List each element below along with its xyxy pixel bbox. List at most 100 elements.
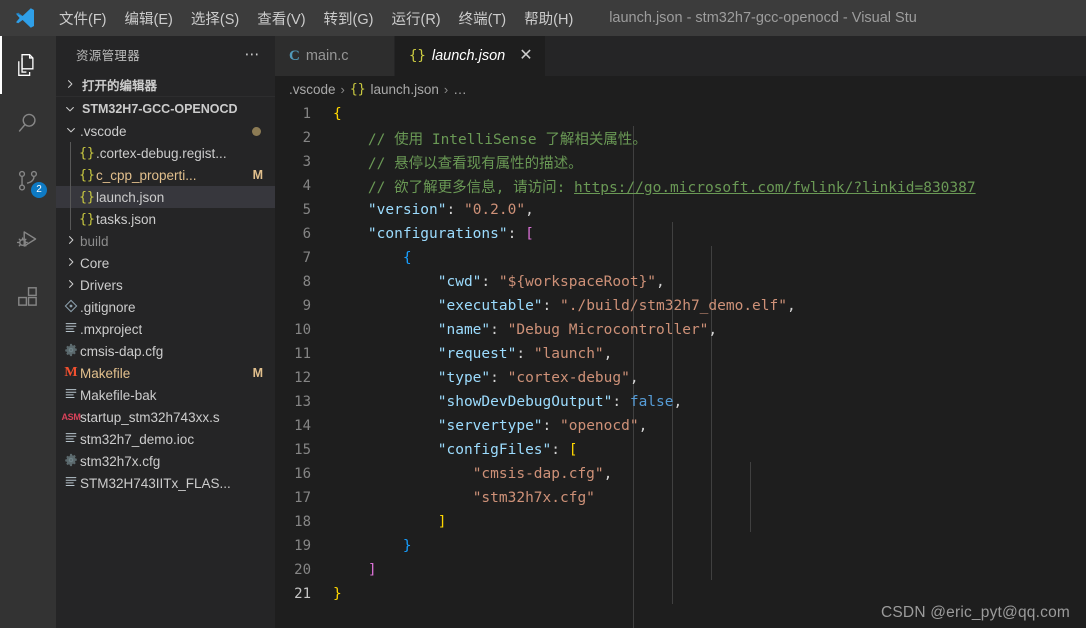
line-number: 1 <box>302 106 311 122</box>
code-token: [ <box>525 226 534 242</box>
menu-go[interactable]: 转到(G) <box>315 0 383 36</box>
activity-item-extensions[interactable] <box>0 268 56 326</box>
code-line[interactable]: 5 "version": "0.2.0", <box>275 198 1086 222</box>
vscode-window: 文件(F) 编辑(E) 选择(S) 查看(V) 转到(G) 运行(R) 终端(T… <box>0 0 1086 628</box>
tab-main-c[interactable]: C main.c <box>275 36 395 76</box>
code-editor[interactable]: 1{2 // 使用 IntelliSense 了解相关属性。 3 // 悬停以查看… <box>275 102 1086 628</box>
tree-item-git-status: M <box>252 168 263 182</box>
section-project-root[interactable]: STM32H7-GCC-OPENOCD <box>56 96 275 120</box>
tree-item-c-cpp-properti[interactable]: {} c_cpp_properti... M <box>56 164 275 186</box>
code-line-text: "cmsis-dap.cfg", <box>333 466 1086 482</box>
code-line[interactable]: 2 // 使用 IntelliSense 了解相关属性。 <box>275 126 1086 150</box>
ellipsis-icon[interactable]: ⋯ <box>237 45 270 63</box>
tree-item-build[interactable]: build <box>56 230 275 252</box>
code-token: "cortex-debug" <box>507 370 630 386</box>
tree-item-icon: ASM <box>61 412 81 422</box>
activity-item-source-control[interactable]: 2 <box>0 152 56 210</box>
code-line[interactable]: 21} <box>275 582 1086 606</box>
code-token: : <box>542 418 560 434</box>
tree-item-label: stm32h7_demo.ioc <box>80 431 195 447</box>
code-token: , <box>603 466 613 482</box>
breadcrumb-item-symbol[interactable]: … <box>453 82 467 97</box>
code-link[interactable]: https://go.microsoft.com/fwlink/?linkid=… <box>574 180 976 196</box>
menu-selection[interactable]: 选择(S) <box>182 0 248 36</box>
tree-item-core[interactable]: Core <box>56 252 275 274</box>
code-line[interactable]: 4 // 欲了解更多信息, 请访问: https://go.microsoft.… <box>275 174 1086 198</box>
code-line[interactable]: 3 // 悬停以查看现有属性的描述。 <box>275 150 1086 174</box>
file-tree[interactable]: .vscode{} .cortex-debug.regist...{} c_cpp_… <box>56 120 275 628</box>
text-file-icon <box>64 475 78 492</box>
extensions-icon <box>15 284 41 310</box>
tree-item-stm32h7-demo-ioc[interactable]: stm32h7_demo.ioc <box>56 428 275 450</box>
tree-item-gitignore[interactable]: .gitignore <box>56 296 275 318</box>
tree-item-label: .mxproject <box>80 321 143 337</box>
tab-launch-json-label: launch.json <box>431 48 506 64</box>
code-line[interactable]: 12 "type": "cortex-debug", <box>275 366 1086 390</box>
menu-help[interactable]: 帮助(H) <box>515 0 582 36</box>
code-line[interactable]: 11 "request": "launch", <box>275 342 1086 366</box>
menu-run[interactable]: 运行(R) <box>382 0 449 36</box>
code-line[interactable]: 8 "cwd": "${workspaceRoot}", <box>275 270 1086 294</box>
line-number: 6 <box>302 226 311 242</box>
code-line[interactable]: 6 "configurations": [ <box>275 222 1086 246</box>
line-number: 13 <box>294 394 311 410</box>
close-icon[interactable]: ✕ <box>519 48 532 64</box>
code-line-text: "configurations": [ <box>333 226 1086 242</box>
tree-item-cmsis-dap-cfg[interactable]: cmsis-dap.cfg <box>56 340 275 362</box>
tree-item-startup-stm32h743xx-s[interactable]: ASM startup_stm32h743xx.s <box>56 406 275 428</box>
asm-file-icon: ASM <box>61 412 81 422</box>
code-line[interactable]: 18 ] <box>275 510 1086 534</box>
tree-item-label: cmsis-dap.cfg <box>80 343 164 359</box>
activity-item-run-debug[interactable] <box>0 210 56 268</box>
json-braces-icon: {} <box>349 81 366 97</box>
tree-item-makefile[interactable]: M Makefile M <box>56 362 275 384</box>
section-open-editors[interactable]: 打开的编辑器 <box>56 72 275 96</box>
code-line[interactable]: 16 "cmsis-dap.cfg", <box>275 462 1086 486</box>
tree-item-label: Core <box>80 255 110 271</box>
tree-indent-guide <box>70 142 71 164</box>
menu-view[interactable]: 查看(V) <box>248 0 314 36</box>
code-token: "0.2.0" <box>463 202 526 218</box>
breadcrumb-item-folder[interactable]: .vscode <box>289 82 336 97</box>
files-explorer-icon <box>15 52 41 78</box>
code-token: : <box>507 226 526 242</box>
tree-item-makefile-bak[interactable]: Makefile-bak <box>56 384 275 406</box>
menu-bar[interactable]: 文件(F) 编辑(E) 选择(S) 查看(V) 转到(G) 运行(R) 终端(T… <box>50 0 582 36</box>
tree-item-tasks-json[interactable]: {} tasks.json <box>56 208 275 230</box>
activity-item-search[interactable] <box>0 94 56 152</box>
code-line[interactable]: 17 "stm32h7x.cfg" <box>275 486 1086 510</box>
code-token: : <box>446 202 464 218</box>
code-token: "./build/stm32h7_demo.elf" <box>560 298 787 314</box>
tree-item-vscode[interactable]: .vscode <box>56 120 275 142</box>
tree-item-icon <box>62 343 80 360</box>
code-line[interactable]: 1{ <box>275 102 1086 126</box>
menu-file[interactable]: 文件(F) <box>50 0 116 36</box>
tree-item-stm32h7x-cfg[interactable]: stm32h7x.cfg <box>56 450 275 472</box>
code-line[interactable]: 7 { <box>275 246 1086 270</box>
breadcrumb-item-file[interactable]: {} launch.json <box>350 82 439 97</box>
tree-item-mxproject[interactable]: .mxproject <box>56 318 275 340</box>
tree-item-stm32h743iitx-flas[interactable]: STM32H743IITx_FLAS... <box>56 472 275 494</box>
code-token: "version" <box>367 202 447 218</box>
code-line[interactable]: 20 ] <box>275 558 1086 582</box>
menu-edit[interactable]: 编辑(E) <box>116 0 182 36</box>
code-line[interactable]: 14 "servertype": "openocd", <box>275 414 1086 438</box>
code-line[interactable]: 9 "executable": "./build/stm32h7_demo.el… <box>275 294 1086 318</box>
menu-terminal[interactable]: 终端(T) <box>450 0 516 36</box>
tree-item-drivers[interactable]: Drivers <box>56 274 275 296</box>
code-line[interactable]: 13 "showDevDebugOutput": false, <box>275 390 1086 414</box>
tree-item-cortex-debug-regist[interactable]: {} .cortex-debug.regist... <box>56 142 275 164</box>
code-token: { <box>333 106 342 122</box>
activity-item-explorer[interactable] <box>0 36 56 94</box>
code-line[interactable]: 15 "configFiles": [ <box>275 438 1086 462</box>
vscode-logo-icon <box>0 0 50 36</box>
tree-item-label: c_cpp_properti... <box>96 167 197 183</box>
tab-launch-json[interactable]: {} launch.json ✕ <box>395 36 546 76</box>
tree-item-launch-json[interactable]: {} launch.json <box>56 186 275 208</box>
code-line[interactable]: 10 "name": "Debug Microcontroller", <box>275 318 1086 342</box>
code-line[interactable]: 19 } <box>275 534 1086 558</box>
